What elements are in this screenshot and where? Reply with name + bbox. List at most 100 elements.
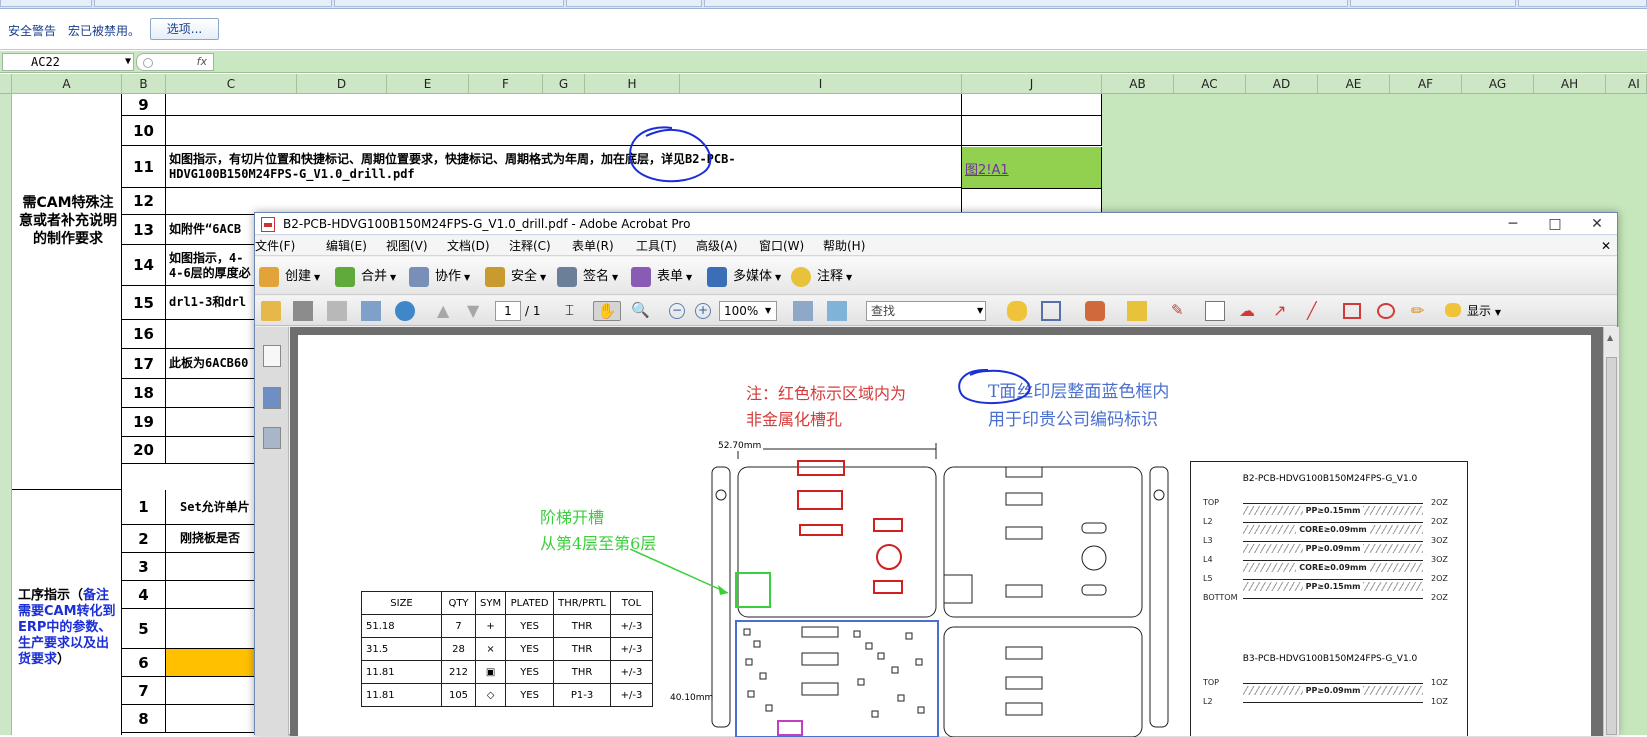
column-header[interactable]: AB bbox=[1102, 74, 1174, 94]
menu-advanced[interactable]: 高级(A) bbox=[696, 236, 738, 256]
pdf-page[interactable]: 注：红色标示区域内为 非金属化槽孔 T面丝印层整面蓝色框内 用于印贵公司编码标识… bbox=[298, 335, 1591, 737]
column-header[interactable]: AC bbox=[1174, 74, 1246, 94]
secure-button[interactable]: 安全 ▼ bbox=[485, 266, 546, 288]
sign-button[interactable]: 签名 ▼ bbox=[557, 266, 618, 288]
row-header-strip[interactable] bbox=[0, 94, 12, 735]
fit-page-icon[interactable] bbox=[793, 301, 813, 321]
menu-tools[interactable]: 工具(T) bbox=[636, 236, 677, 256]
row-number-cell[interactable]: 16 bbox=[122, 320, 166, 349]
chevron-down-icon[interactable]: ▼ bbox=[765, 301, 785, 321]
lines-icon[interactable] bbox=[1205, 301, 1225, 321]
create-button[interactable]: 创建 ▼ bbox=[259, 266, 320, 288]
multimedia-button[interactable]: 多媒体 ▼ bbox=[707, 266, 781, 288]
menu-view[interactable]: 视图(V) bbox=[386, 236, 428, 256]
fit-width-icon[interactable] bbox=[827, 301, 847, 321]
menu-window[interactable]: 窗口(W) bbox=[759, 236, 804, 256]
minimize-button[interactable]: ─ bbox=[1493, 213, 1533, 235]
hand-tool-icon[interactable]: ✋ bbox=[593, 301, 621, 321]
j-cell[interactable] bbox=[962, 116, 1102, 146]
column-header[interactable]: B bbox=[122, 74, 166, 94]
row-number-cell[interactable]: 10 bbox=[122, 116, 166, 146]
row-number-cell[interactable]: 7 bbox=[122, 677, 166, 705]
vertical-scrollbar[interactable]: ▲ bbox=[1603, 327, 1619, 736]
column-header[interactable]: G bbox=[543, 74, 585, 94]
pencil-icon[interactable]: ✏ bbox=[1411, 301, 1431, 321]
row-number-cell[interactable]: 3 bbox=[122, 553, 166, 581]
hyperlink-text[interactable]: 图2!A1 bbox=[965, 159, 1009, 178]
column-header[interactable]: AE bbox=[1318, 74, 1390, 94]
row-number-cell[interactable]: 19 bbox=[122, 408, 166, 437]
row-number-cell[interactable]: 12 bbox=[122, 188, 166, 215]
page-number-input[interactable]: 1 bbox=[495, 301, 521, 321]
open-folder-icon[interactable] bbox=[261, 301, 281, 321]
row-number-cell[interactable]: 20 bbox=[122, 437, 166, 464]
pages-panel-icon[interactable] bbox=[263, 345, 281, 367]
column-header[interactable]: AI bbox=[1606, 74, 1647, 94]
name-box[interactable]: AC22 ▼ bbox=[2, 53, 134, 71]
line-icon[interactable]: ╱ bbox=[1307, 301, 1327, 321]
menu-comments[interactable]: 注释(C) bbox=[509, 236, 551, 256]
find-input[interactable]: 查找 bbox=[866, 301, 986, 321]
column-header[interactable]: AH bbox=[1534, 74, 1606, 94]
row-number-cell[interactable]: 18 bbox=[122, 379, 166, 408]
column-header[interactable]: C bbox=[166, 74, 297, 94]
email-icon[interactable] bbox=[361, 301, 381, 321]
content-cell[interactable]: 如图指示，有切片位置和快捷标记、周期位置要求，快捷标记、周期格式为年周，加在底层… bbox=[166, 146, 962, 188]
collaborate-button[interactable]: 协作 ▼ bbox=[409, 266, 470, 288]
content-cell[interactable] bbox=[166, 116, 962, 146]
maximize-button[interactable]: □ bbox=[1535, 213, 1575, 235]
row-number-cell[interactable]: 17 bbox=[122, 349, 166, 379]
close-button[interactable]: ✕ bbox=[1577, 213, 1617, 235]
row-number-cell[interactable]: 8 bbox=[122, 705, 166, 733]
select-all-corner[interactable] bbox=[0, 74, 12, 94]
row-number-cell[interactable]: 2 bbox=[122, 525, 166, 553]
comment-button[interactable]: 注释 ▼ bbox=[791, 266, 852, 288]
combine-button[interactable]: 合并 ▼ bbox=[335, 266, 396, 288]
acrobat-window[interactable]: B2-PCB-HDVG100B150M24FPS-G_V1.0_drill.pd… bbox=[254, 212, 1619, 737]
acrobat-title-bar[interactable]: B2-PCB-HDVG100B150M24FPS-G_V1.0_drill.pd… bbox=[255, 213, 1617, 235]
show-button[interactable]: 显示 ▼ bbox=[1445, 301, 1525, 321]
menu-file[interactable]: 文件(F) bbox=[255, 236, 295, 256]
menu-help[interactable]: 帮助(H) bbox=[823, 236, 865, 256]
menu-forms[interactable]: 表单(R) bbox=[572, 236, 614, 256]
merged-cell-cam-note[interactable]: 需CAM特殊注意或者补充说明的制作要求 bbox=[12, 94, 122, 490]
text-edit-icon[interactable] bbox=[1041, 301, 1061, 321]
web-icon[interactable] bbox=[395, 301, 415, 321]
menu-document[interactable]: 文档(D) bbox=[447, 236, 490, 256]
forms-button[interactable]: 表单 ▼ bbox=[631, 266, 692, 288]
column-header[interactable]: D bbox=[297, 74, 387, 94]
document-area[interactable]: 注：红色标示区域内为 非金属化槽孔 T面丝印层整面蓝色框内 用于印贵公司编码标识… bbox=[290, 327, 1619, 737]
prev-page-icon[interactable]: ▲ bbox=[437, 301, 457, 321]
column-header[interactable]: AG bbox=[1462, 74, 1534, 94]
zoom-in-icon[interactable]: + bbox=[695, 303, 711, 319]
row-number-cell[interactable]: 1 bbox=[122, 490, 166, 525]
hyperlink-cell[interactable]: 图2!A1 bbox=[962, 147, 1102, 189]
pencil-markup-icon[interactable]: ✎ bbox=[1171, 301, 1191, 321]
signatures-panel-icon[interactable] bbox=[263, 427, 281, 449]
rectangle-icon[interactable] bbox=[1343, 303, 1361, 319]
options-button[interactable]: 选项... bbox=[150, 18, 219, 40]
content-cell[interactable] bbox=[166, 94, 962, 116]
sticky-note-icon[interactable] bbox=[1007, 301, 1027, 321]
print-icon[interactable] bbox=[293, 301, 313, 321]
close-document-icon[interactable]: ✕ bbox=[1601, 236, 1611, 256]
cloud-icon[interactable]: ☁ bbox=[1239, 301, 1259, 321]
oval-icon[interactable] bbox=[1377, 303, 1395, 319]
column-header[interactable]: E bbox=[387, 74, 469, 94]
formula-function-box[interactable]: fx bbox=[136, 53, 214, 71]
stamp-icon[interactable] bbox=[1085, 301, 1105, 321]
row-number-cell[interactable]: 5 bbox=[122, 609, 166, 649]
row-number-cell[interactable]: 9 bbox=[122, 94, 166, 116]
row-number-cell[interactable]: 4 bbox=[122, 581, 166, 609]
row-number-cell[interactable]: 13 bbox=[122, 215, 166, 245]
marquee-zoom-icon[interactable]: 🔍 bbox=[631, 301, 651, 321]
column-header[interactable]: AD bbox=[1246, 74, 1318, 94]
menu-edit[interactable]: 编辑(E) bbox=[326, 236, 367, 256]
j-cell[interactable] bbox=[962, 188, 1102, 215]
scroll-up-icon[interactable]: ▲ bbox=[1607, 333, 1613, 342]
column-header[interactable]: F bbox=[469, 74, 543, 94]
content-cell[interactable] bbox=[166, 188, 962, 215]
row-number-cell[interactable]: 6 bbox=[122, 649, 166, 677]
next-page-icon[interactable]: ▼ bbox=[467, 301, 487, 321]
row-number-cell[interactable]: 11 bbox=[122, 146, 166, 188]
